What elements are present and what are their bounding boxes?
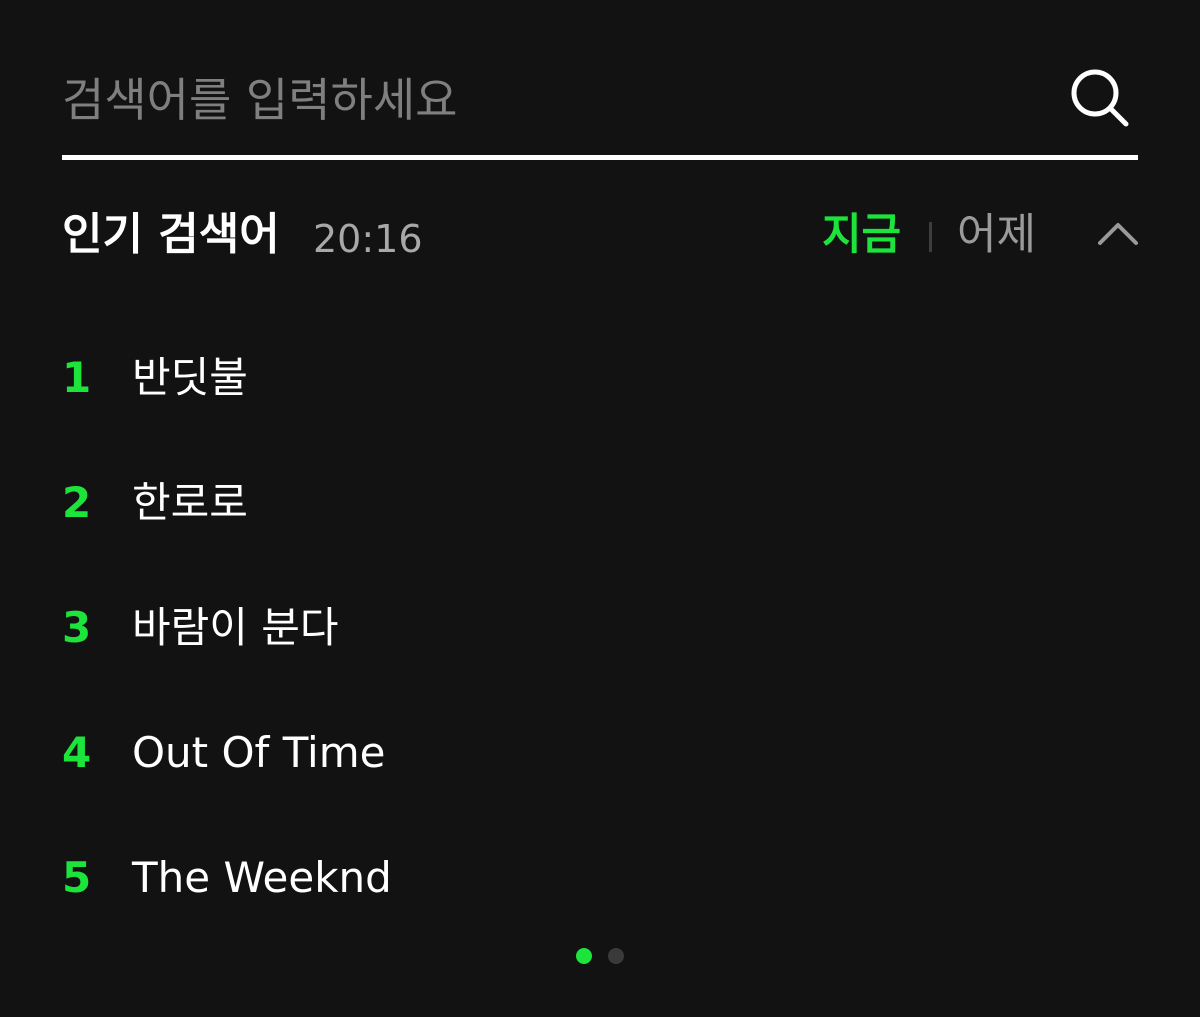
search-bar (62, 52, 1138, 160)
page-indicator (576, 948, 624, 964)
tab-now[interactable]: 지금 (822, 205, 901, 265)
keyword-label: Out Of Time (132, 728, 386, 777)
search-button[interactable] (1068, 66, 1132, 130)
list-item[interactable]: 5 The Weeknd (62, 818, 1138, 943)
chevron-up-icon (1098, 223, 1138, 245)
tab-yesterday[interactable]: 어제 (957, 205, 1036, 265)
list-item[interactable]: 3 바람이 분다 (62, 568, 1138, 693)
search-icon (1071, 69, 1129, 127)
keyword-label: The Weeknd (132, 853, 392, 902)
popular-header: 인기 검색어 20:16 지금 어제 (62, 205, 1138, 265)
popular-list: 1 반딧불 2 한로로 3 바람이 분다 4 Out Of Time 5 The… (62, 318, 1138, 943)
rank-number: 1 (62, 353, 92, 402)
rank-number: 4 (62, 728, 92, 777)
page-dot-1[interactable] (576, 948, 592, 964)
keyword-label: 한로로 (132, 478, 248, 527)
rank-number: 5 (62, 853, 92, 902)
rank-number: 2 (62, 478, 92, 527)
popular-search-panel: 인기 검색어 20:16 지금 어제 1 반딧불 2 한로로 3 바람이 분다 … (0, 0, 1200, 1017)
collapse-button[interactable] (1098, 217, 1138, 253)
tab-divider (929, 222, 932, 252)
list-item[interactable]: 4 Out Of Time (62, 693, 1138, 818)
list-item[interactable]: 2 한로로 (62, 443, 1138, 568)
keyword-label: 바람이 분다 (132, 603, 339, 652)
popular-title: 인기 검색어 (62, 209, 280, 260)
rank-number: 3 (62, 603, 92, 652)
page-dot-2[interactable] (608, 948, 624, 964)
update-time: 20:16 (313, 217, 423, 261)
list-item[interactable]: 1 반딧불 (62, 318, 1138, 443)
search-input[interactable] (62, 52, 1022, 148)
keyword-label: 반딧불 (132, 353, 248, 402)
